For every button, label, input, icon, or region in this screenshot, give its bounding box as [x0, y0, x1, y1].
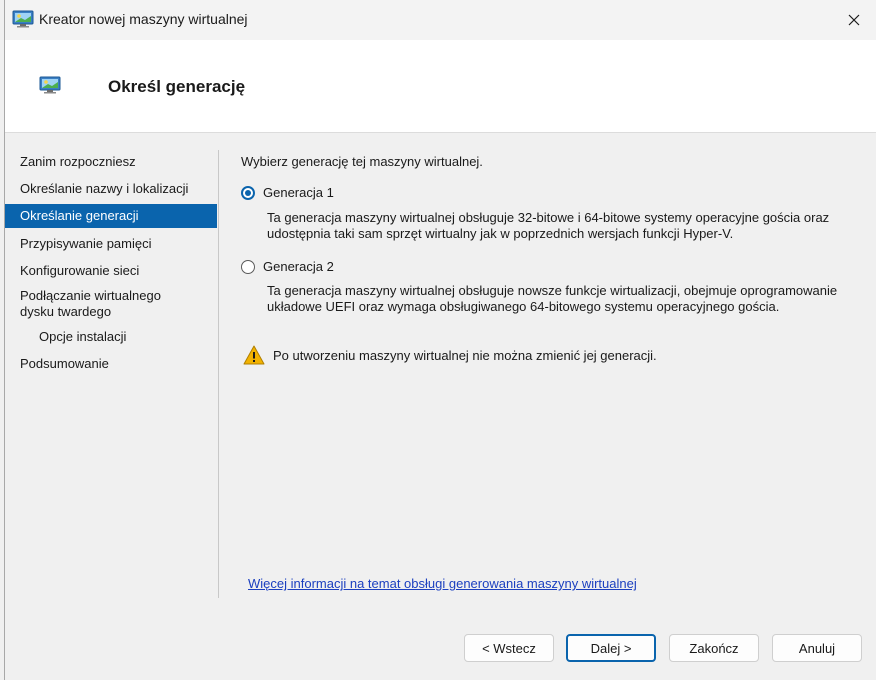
finish-button[interactable]: Zakończ: [669, 634, 759, 662]
wizard-steps-nav: Zanim rozpoczniesz Określanie nazwy i lo…: [5, 148, 219, 598]
wizard-window: Kreator nowej maszyny wirtualnej Określ …: [4, 0, 876, 680]
more-info-link[interactable]: Więcej informacji na temat obsługi gener…: [248, 576, 637, 591]
nav-item-summary[interactable]: Podsumowanie: [5, 356, 217, 372]
nav-divider: [218, 150, 219, 598]
nav-item-installation-options[interactable]: Opcje instalacji: [5, 329, 217, 345]
window-title: Kreator nowej maszyny wirtualnej: [39, 11, 248, 27]
wizard-buttons: < Wstecz Dalej > Zakończ Anuluj: [5, 634, 876, 662]
virtual-machine-icon: [39, 76, 61, 94]
nav-item-before-you-begin[interactable]: Zanim rozpoczniesz: [5, 154, 217, 170]
generation-2-label[interactable]: Generacja 2: [263, 259, 334, 274]
generation-1-radio[interactable]: [241, 185, 255, 200]
title-bar[interactable]: Kreator nowej maszyny wirtualnej: [5, 0, 876, 40]
nav-item-name-location[interactable]: Określanie nazwy i lokalizacji: [5, 181, 217, 197]
nav-item-networking[interactable]: Konfigurowanie sieci: [5, 263, 217, 279]
nav-item-memory[interactable]: Przypisywanie pamięci: [5, 236, 217, 252]
warning-text: Po utworzeniu maszyny wirtualnej nie moż…: [273, 347, 657, 363]
generation-2-radio[interactable]: [241, 259, 255, 274]
generation-2-description: Ta generacja maszyny wirtualnej obsługuj…: [267, 283, 838, 314]
generation-2-option[interactable]: Generacja 2: [241, 259, 334, 274]
close-button[interactable]: [831, 0, 876, 40]
back-button[interactable]: < Wstecz: [464, 634, 554, 662]
virtual-machine-icon: [12, 10, 34, 28]
nav-item-virtual-disk[interactable]: Podłączanie wirtualnego dysku twardego: [5, 288, 217, 320]
close-icon: [848, 14, 860, 26]
nav-item-generation[interactable]: Określanie generacji: [5, 204, 217, 228]
generation-1-description: Ta generacja maszyny wirtualnej obsługuj…: [267, 210, 830, 241]
next-button[interactable]: Dalej >: [566, 634, 656, 662]
generation-warning: Po utworzeniu maszyny wirtualnej nie moż…: [243, 345, 657, 365]
warning-icon: [243, 345, 265, 365]
page-title: Określ generację: [108, 77, 246, 96]
generation-panel: Wybierz generację tej maszyny wirtualnej…: [241, 148, 871, 598]
cancel-button[interactable]: Anuluj: [772, 634, 862, 662]
wizard-header: Określ generację: [5, 40, 876, 133]
generation-1-label[interactable]: Generacja 1: [263, 185, 334, 200]
intro-text: Wybierz generację tej maszyny wirtualnej…: [241, 154, 483, 169]
generation-1-option[interactable]: Generacja 1: [241, 185, 334, 200]
